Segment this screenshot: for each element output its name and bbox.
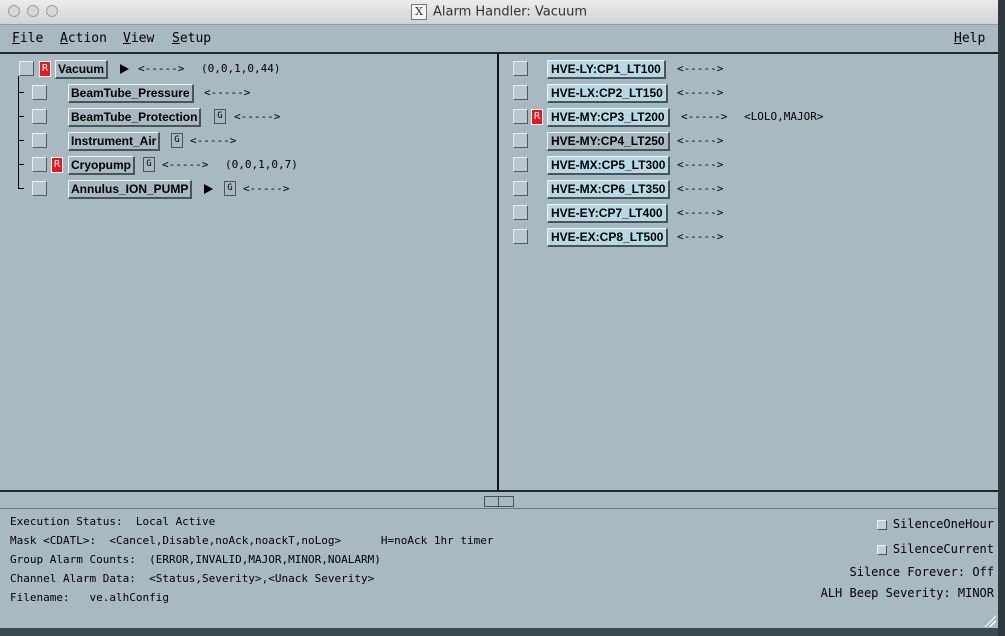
mask-legend: Mask <CDATL>: <Cancel,Disable,noAck,noac… <box>10 534 494 547</box>
channel-name-button[interactable]: HVE-MX:CP5_LT300 <box>547 156 671 175</box>
group-name-button[interactable]: BeamTube_Pressure <box>68 84 194 103</box>
silence-current-label: SilenceCurrent <box>892 542 994 556</box>
group-ack-button[interactable] <box>19 61 34 76</box>
channel-link: <-----> <box>681 110 728 123</box>
menu-action[interactable]: Action <box>60 31 107 46</box>
menu-bar: File Action View Setup Help <box>0 25 998 54</box>
x11-icon: X <box>411 4 427 20</box>
channel-link: <-----> <box>677 182 724 195</box>
group-ack-button[interactable] <box>32 109 47 124</box>
silence-one-hour-label: SilenceOneHour <box>892 517 994 531</box>
group-row-vacuum: R Vacuum <-----> (0,0,1,0,44) <box>0 60 497 80</box>
channel-ack-button[interactable] <box>513 85 528 100</box>
menu-view[interactable]: View <box>123 31 154 46</box>
status-panel: Execution Status: Local Active Mask <CDA… <box>0 508 998 628</box>
channel-name-button[interactable]: HVE-MX:CP6_LT350 <box>547 180 671 199</box>
channel-alarm-data-legend: Channel Alarm Data: <Status,Severity>,<U… <box>10 572 375 585</box>
channel-ack-button[interactable] <box>513 133 528 148</box>
menu-setup[interactable]: Setup <box>172 31 211 46</box>
group-row: BeamTube_Pressure <-----> <box>0 84 497 104</box>
title-bar: X Alarm Handler: Vacuum <box>0 0 998 25</box>
group-name-button[interactable]: Instrument_Air <box>68 132 161 151</box>
group-tree-pane: R Vacuum <-----> (0,0,1,0,44) BeamTube_P… <box>0 54 499 490</box>
channel-link: <-----> <box>677 206 724 219</box>
expand-arrow-icon[interactable] <box>120 64 129 74</box>
channel-row: HVE-EX:CP8_LT500 <-----> <box>499 228 998 248</box>
channel-row: HVE-MX:CP6_LT350 <-----> <box>499 180 998 200</box>
group-ack-button[interactable] <box>32 181 47 196</box>
group-link: <-----> <box>138 62 185 75</box>
group-alarm-counts-legend: Group Alarm Counts: (ERROR,INVALID,MAJOR… <box>10 553 381 566</box>
group-counts: (0,0,1,0,44) <box>201 62 281 75</box>
group-link: <-----> <box>162 158 209 171</box>
channel-list-pane: HVE-LY:CP1_LT100 <-----> HVE-LX:CP2_LT15… <box>499 54 998 490</box>
group-ack-button[interactable] <box>32 157 47 172</box>
channel-link: <-----> <box>677 230 724 243</box>
channel-name-button[interactable]: HVE-EY:CP7_LT400 <box>547 204 668 223</box>
channel-ack-button[interactable] <box>513 61 528 76</box>
channel-link: <-----> <box>677 62 724 75</box>
pane-resize-handle[interactable] <box>484 496 514 507</box>
channel-status: <LOLO,MAJOR> <box>744 110 824 123</box>
channel-name-button[interactable]: HVE-MY:CP4_LT250 <box>547 132 670 151</box>
channel-ack-button[interactable] <box>513 229 528 244</box>
channel-name-button[interactable]: HVE-LX:CP2_LT150 <box>547 84 668 103</box>
group-name-button[interactable]: Cryopump <box>68 156 135 175</box>
silence-current-checkbox[interactable] <box>876 544 887 555</box>
channel-row: HVE-LY:CP1_LT100 <-----> <box>499 60 998 80</box>
guidance-button[interactable]: G <box>214 109 226 124</box>
guidance-button[interactable]: G <box>224 181 236 196</box>
channel-link: <-----> <box>677 134 724 147</box>
channel-ack-button[interactable] <box>513 109 528 124</box>
group-name-button[interactable]: BeamTube_Protection <box>68 108 202 127</box>
group-link: <-----> <box>243 182 290 195</box>
beep-severity-status: ALH Beep Severity: MINOR <box>820 586 994 600</box>
channel-row: HVE-MY:CP4_LT250 <-----> <box>499 132 998 152</box>
guidance-button[interactable]: G <box>171 133 183 148</box>
menu-help[interactable]: Help <box>954 31 985 46</box>
channel-row: R HVE-MY:CP3_LT200 <-----> <LOLO,MAJOR> <box>499 108 998 128</box>
group-row: Annulus_ION_PUMP G <-----> <box>0 180 497 200</box>
menu-file[interactable]: File <box>12 31 43 46</box>
channel-ack-button[interactable] <box>513 181 528 196</box>
group-link: <-----> <box>234 110 281 123</box>
channel-link: <-----> <box>677 158 724 171</box>
severity-flag: R <box>531 109 543 125</box>
channel-ack-button[interactable] <box>513 205 528 220</box>
silence-forever-status: Silence Forever: Off <box>849 565 995 579</box>
execution-status: Execution Status: Local Active <box>10 515 216 528</box>
group-ack-button[interactable] <box>32 85 47 100</box>
guidance-button[interactable]: G <box>143 157 155 172</box>
window-title-text: Alarm Handler: Vacuum <box>433 4 587 20</box>
channel-ack-button[interactable] <box>513 157 528 172</box>
group-row: Instrument_Air G <-----> <box>0 132 497 152</box>
severity-flag: R <box>51 157 63 173</box>
group-name-button[interactable]: Vacuum <box>55 60 109 79</box>
severity-flag: R <box>39 61 51 77</box>
channel-row: HVE-EY:CP7_LT400 <-----> <box>499 204 998 224</box>
silence-current-toggle[interactable]: SilenceCurrent <box>876 542 994 556</box>
config-filename: Filename: ve.alhConfig <box>10 591 169 604</box>
group-counts: (0,0,1,0,7) <box>225 158 298 171</box>
group-link: <-----> <box>204 86 251 99</box>
silence-one-hour-toggle[interactable]: SilenceOneHour <box>876 517 994 531</box>
channel-row: HVE-LX:CP2_LT150 <-----> <box>499 84 998 104</box>
window-title: X Alarm Handler: Vacuum <box>0 4 998 20</box>
channel-name-button[interactable]: HVE-MY:CP3_LT200 <box>547 108 670 127</box>
group-row: BeamTube_Protection G <-----> <box>0 108 497 128</box>
group-row: R Cryopump G <-----> (0,0,1,0,7) <box>0 156 497 176</box>
channel-name-button[interactable]: HVE-EX:CP8_LT500 <box>547 228 669 247</box>
resize-grip-icon[interactable] <box>984 615 996 627</box>
pane-divider <box>0 490 998 510</box>
channel-link: <-----> <box>677 86 724 99</box>
channel-row: HVE-MX:CP5_LT300 <-----> <box>499 156 998 176</box>
silence-one-hour-checkbox[interactable] <box>876 519 887 530</box>
group-link: <-----> <box>190 134 237 147</box>
alarm-handler-window: X Alarm Handler: Vacuum File Action View … <box>0 0 998 628</box>
expand-arrow-icon[interactable] <box>204 184 213 194</box>
group-ack-button[interactable] <box>32 133 47 148</box>
channel-name-button[interactable]: HVE-LY:CP1_LT100 <box>547 60 666 79</box>
group-name-button[interactable]: Annulus_ION_PUMP <box>68 180 193 199</box>
background-desktop-strip <box>998 0 1005 636</box>
